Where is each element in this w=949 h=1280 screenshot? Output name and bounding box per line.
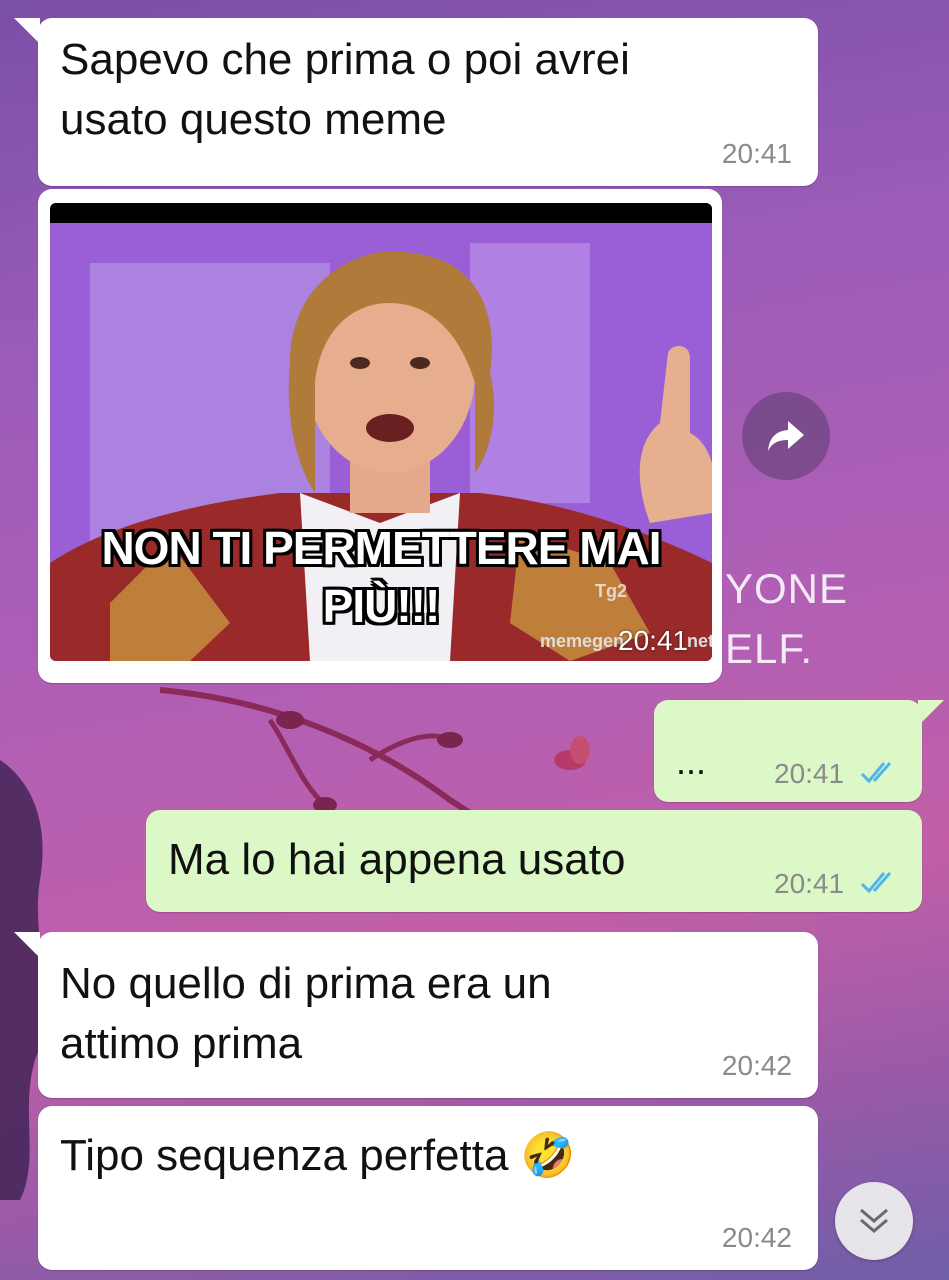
scroll-to-bottom-button[interactable] xyxy=(835,1182,913,1260)
meme-watermark-tail: net xyxy=(687,631,712,651)
message-text: Ma lo hai appena usato xyxy=(168,835,626,884)
message-image-card[interactable]: NON TI PERMETTERE MAI PIÙ!!! Tg2 memegen… xyxy=(38,189,722,683)
message-timestamp: 20:41 xyxy=(774,868,845,899)
message-bubble-outgoing[interactable]: ... 20:41 xyxy=(654,700,922,802)
double-check-icon xyxy=(860,872,892,894)
message-text: attimo prima xyxy=(60,1019,303,1068)
message-text: usato questo meme xyxy=(60,95,447,144)
message-bubble-incoming[interactable]: Tipo sequenza perfetta 🤣 20:42 xyxy=(38,1106,818,1270)
message-bubble-outgoing[interactable]: Ma lo hai appena usato 20:41 xyxy=(146,810,922,912)
channel-logo: Tg2 xyxy=(595,581,628,601)
wallpaper-text-line1: YONE xyxy=(725,565,849,612)
forward-button[interactable] xyxy=(742,392,830,480)
wallpaper-text-line2: ELF. xyxy=(725,625,814,672)
message-timestamp: 20:42 xyxy=(721,1050,792,1081)
message-text: Tipo sequenza perfetta 🤣 xyxy=(60,1131,576,1180)
bubble-tail xyxy=(14,932,40,958)
forward-arrow-icon xyxy=(768,421,804,451)
meme-image[interactable]: NON TI PERMETTERE MAI PIÙ!!! Tg2 memegen… xyxy=(50,203,712,661)
image-timestamp: 20:41 xyxy=(618,625,689,656)
message-timestamp: 20:42 xyxy=(721,1222,792,1253)
message-text: ... xyxy=(676,741,707,782)
message-bubble-incoming[interactable]: No quello di prima era un attimo prima 2… xyxy=(38,932,818,1098)
message-timestamp: 20:41 xyxy=(774,758,845,789)
message-text: No quello di prima era un xyxy=(60,959,552,1008)
meme-watermark: memegen xyxy=(540,631,625,651)
double-chevron-down-icon xyxy=(860,1208,888,1233)
message-bubble-incoming[interactable]: Sapevo che prima o poi avrei usato quest… xyxy=(38,18,818,186)
bubble-tail xyxy=(14,18,40,44)
meme-caption-line1: NON TI PERMETTERE MAI xyxy=(101,522,661,574)
double-check-icon xyxy=(860,762,892,784)
message-text: Sapevo che prima o poi avrei xyxy=(60,35,630,84)
message-timestamp: 20:41 xyxy=(721,138,792,169)
